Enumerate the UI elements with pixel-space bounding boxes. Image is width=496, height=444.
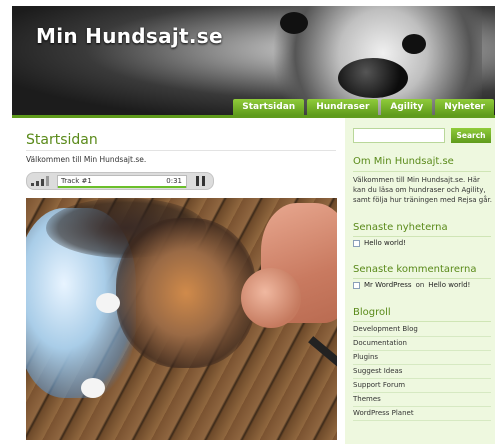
pause-icon[interactable] <box>191 176 209 186</box>
dog-eye <box>280 12 308 34</box>
about-text: Välkommen till Min Hundsajt.se. Här kan … <box>353 176 492 204</box>
blogroll-item[interactable]: Support Forum <box>353 381 491 389</box>
comment-item: Mr WordPress on Hello world! <box>353 281 470 289</box>
comments-heading: Senaste kommentarerna <box>353 264 477 275</box>
blogroll-divider <box>353 321 491 322</box>
blogroll-divider <box>353 336 491 337</box>
main-content: Startsidan Välkommen till Min Hundsajt.s… <box>26 118 338 440</box>
blogroll-item[interactable]: Suggest Ideas <box>353 367 491 375</box>
about-divider <box>353 171 491 172</box>
news-link[interactable]: Hello world! <box>364 239 406 247</box>
blogroll-divider <box>353 420 491 421</box>
page-title: Startsidan <box>26 132 98 148</box>
dog-eye <box>402 34 426 54</box>
comment-icon <box>353 281 360 289</box>
blogroll-item[interactable]: Themes <box>353 395 491 403</box>
audio-player: Track #1 0:31 <box>26 172 214 190</box>
news-divider <box>353 236 491 237</box>
comment-post-link[interactable]: Hello world! <box>428 281 470 289</box>
comment-on-text: on <box>415 281 425 289</box>
site-title[interactable]: Min Hundsajt.se <box>36 24 223 48</box>
photo-blur-brown <box>116 218 256 368</box>
document-icon <box>353 239 360 247</box>
blogroll-item[interactable]: Development Blog <box>353 325 491 333</box>
blogroll-divider <box>353 364 491 365</box>
blogroll-item[interactable]: Documentation <box>353 339 491 347</box>
search-button[interactable]: Search <box>451 128 491 143</box>
photo-strap <box>308 336 337 368</box>
photo-paw <box>96 293 120 313</box>
photo-paw <box>81 378 105 398</box>
blogroll-item[interactable]: WordPress Planet <box>353 409 491 417</box>
intro-text: Välkommen till Min Hundsajt.se. <box>26 155 147 164</box>
track-display[interactable]: Track #1 0:31 <box>57 175 187 188</box>
nav-tab-startsidan[interactable]: Startsidan <box>233 99 305 115</box>
dog-photo <box>26 198 337 440</box>
blogroll-divider <box>353 392 491 393</box>
sidebar: Search Om Min Hundsajt.se Välkommen till… <box>345 118 495 444</box>
comment-author-link[interactable]: Mr WordPress <box>364 281 412 289</box>
blogroll-heading: Blogroll <box>353 307 391 318</box>
title-divider <box>26 150 336 151</box>
nav-tab-nyheter[interactable]: Nyheter <box>435 99 494 115</box>
nav-tab-agility[interactable]: Agility <box>381 99 433 115</box>
photo-foot <box>241 268 301 328</box>
dog-nose <box>338 58 408 98</box>
news-heading: Senaste nyheterna <box>353 222 448 233</box>
blogroll-item[interactable]: Plugins <box>353 353 491 361</box>
blogroll-divider <box>353 350 491 351</box>
comments-divider <box>353 278 491 279</box>
main-nav: Startsidan Hundraser Agility Nyheter <box>233 99 494 115</box>
blogroll-divider <box>353 406 491 407</box>
blogroll-divider <box>353 378 491 379</box>
progress-bar[interactable] <box>58 186 186 188</box>
nav-tab-hundraser[interactable]: Hundraser <box>307 99 379 115</box>
about-heading: Om Min Hundsajt.se <box>353 156 454 167</box>
volume-icon[interactable] <box>31 176 53 186</box>
news-item: Hello world! <box>353 239 406 247</box>
search-input[interactable] <box>353 128 445 143</box>
